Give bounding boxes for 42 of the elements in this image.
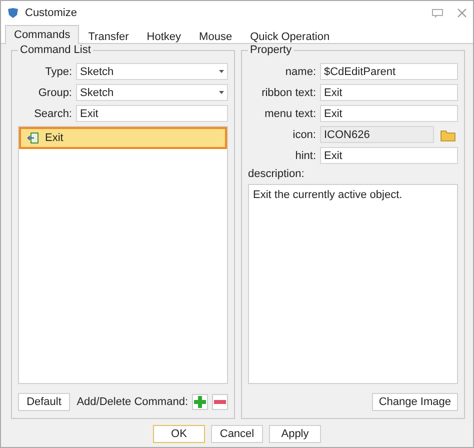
field-label: Group: [37,86,72,98]
close-icon[interactable] [457,8,467,18]
exit-icon [27,132,39,144]
description-field[interactable]: Exit the currently active object. [248,184,458,384]
field-label: Type: [44,66,72,78]
app-icon [7,7,19,19]
field-label: ribbon text: [260,86,316,98]
tab[interactable]: Transfer [79,27,138,44]
add-button[interactable] [192,394,208,410]
dropdown[interactable]: Sketch [76,84,228,101]
dialog-button[interactable]: OK [153,425,205,443]
description-label: description: [248,168,306,180]
default-button[interactable]: Default [18,393,70,411]
group-legend: Property [248,44,294,56]
dropdown[interactable]: Sketch [76,63,228,80]
text-field[interactable]: Exit [320,105,458,122]
tab[interactable]: Commands [5,25,80,44]
dialog-button[interactable]: Cancel [211,425,263,443]
field-label: name: [284,66,316,78]
text-field[interactable]: Exit [320,147,458,164]
dialog-button[interactable]: Apply [269,425,321,443]
group-legend: Command List [18,44,93,56]
dropdown-arrow-icon [219,70,224,73]
text-field[interactable]: Exit [320,84,458,101]
field-label: icon: [292,128,316,140]
folder-icon[interactable] [440,128,456,142]
change-image-button[interactable]: Change Image [372,393,458,411]
tab[interactable]: Quick Operation [241,27,339,44]
window-title: Customize [25,7,78,19]
field-label: menu text: [264,108,316,120]
dropdown-arrow-icon [219,91,224,94]
tab[interactable]: Mouse [190,27,242,44]
field-label: Search: [33,108,72,120]
minus-icon [214,400,226,404]
tab[interactable]: Hotkey [138,27,190,44]
plus-icon [194,396,206,408]
list-item[interactable]: Exit [21,129,225,147]
search-field[interactable]: Exit [76,105,228,122]
add-delete-label: Add/Delete Command: [76,396,188,408]
field-label: hint: [294,150,316,162]
delete-button[interactable] [212,394,228,410]
text-field[interactable]: $CdEditParent [320,63,458,80]
